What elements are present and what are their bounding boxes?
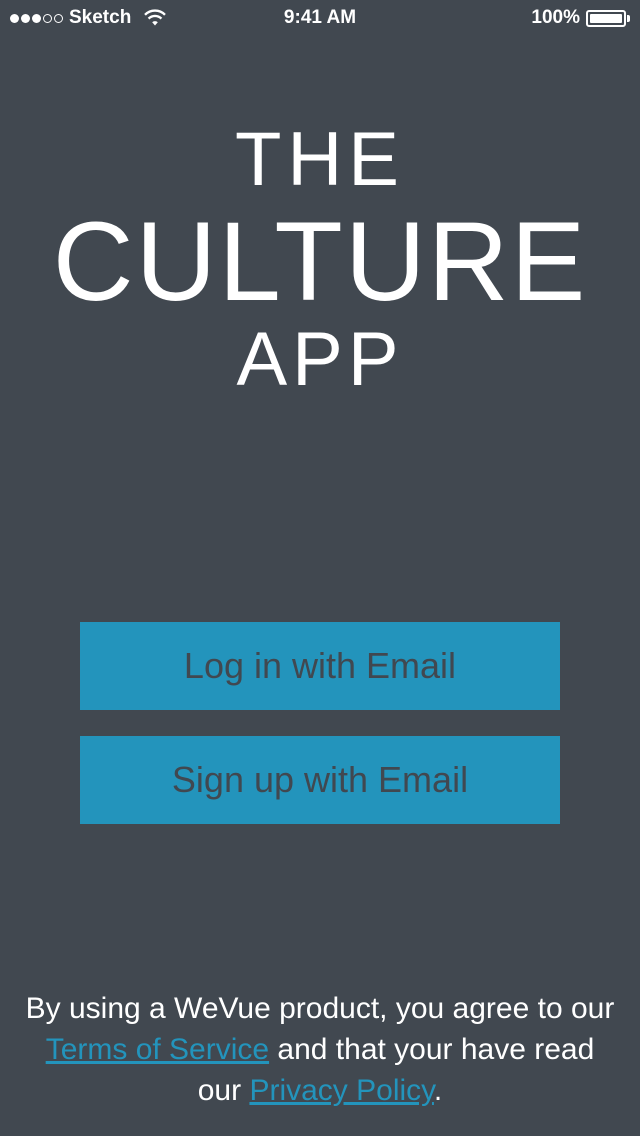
disclaimer-text-start: By using a WeVue product, you agree to o…: [25, 992, 615, 1025]
status-bar: Sketch 9:41 AM 100%: [0, 0, 640, 36]
terms-of-service-link[interactable]: Terms of Service: [46, 1033, 269, 1066]
battery-icon: [586, 9, 626, 27]
logo-line-app: APP: [236, 317, 404, 402]
battery-percent: 100%: [531, 7, 580, 28]
privacy-policy-link[interactable]: Privacy Policy: [249, 1074, 433, 1107]
status-right: 100%: [531, 7, 630, 29]
battery-fill: [590, 13, 622, 23]
logo-line-culture: CULTURE: [52, 199, 588, 324]
legal-disclaimer: By using a WeVue product, you agree to o…: [20, 988, 620, 1111]
signup-with-email-button[interactable]: Sign up with Email: [80, 736, 560, 824]
disclaimer-text-end: .: [433, 1074, 443, 1107]
logo-line-the: THE: [235, 117, 405, 202]
battery-cap: [627, 14, 630, 22]
login-with-email-button[interactable]: Log in with Email: [80, 622, 560, 710]
